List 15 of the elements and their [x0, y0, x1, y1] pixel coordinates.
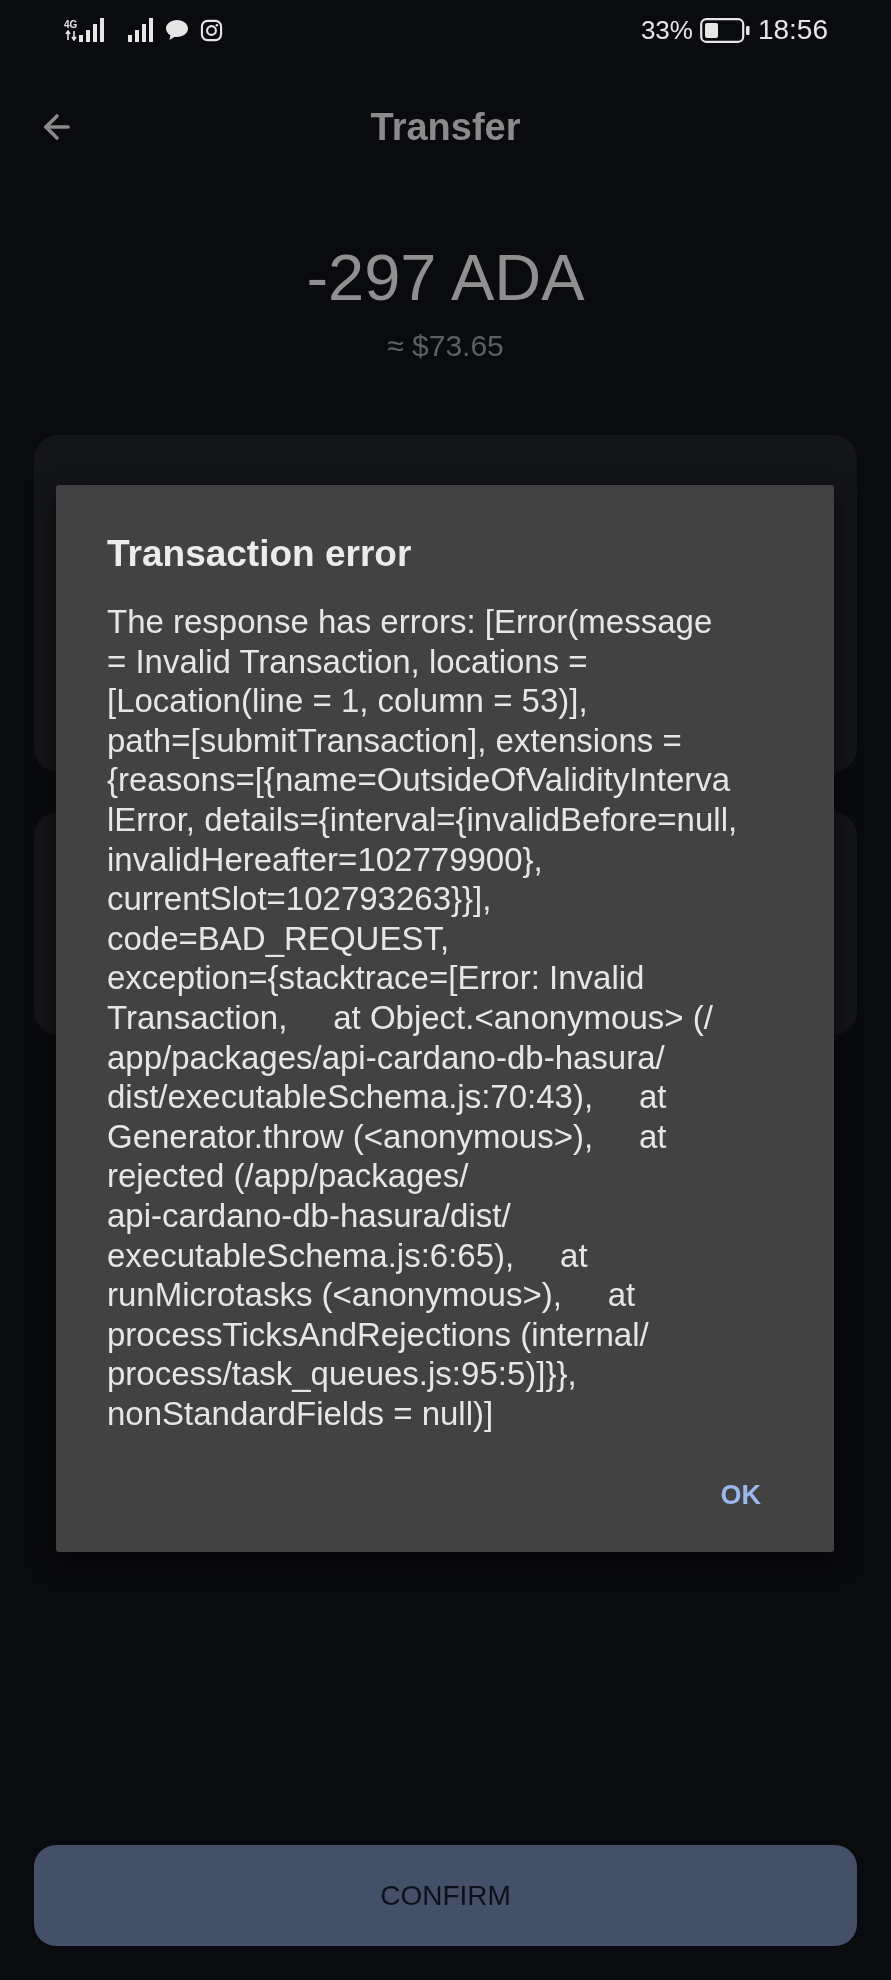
battery-percentage: 33%: [640, 15, 693, 45]
battery-icon: [699, 17, 750, 43]
fiat-value: ≈ $73.65: [387, 328, 504, 364]
signal-bars-icon: [79, 18, 106, 42]
camera-icon: [200, 18, 224, 42]
error-message: The response has errors: [Error(message = Invalid Transaction, locations = [Location(line = 1, column = 53)], path=[submitTransaction], extensions = {reasons=[{name=OutsideOfValidityInterva lError, details={interval={invalidBefore=null, invalidHereafter=102779900}, currentSlot=102793263}}], code=BAD_REQUEST, exception={stacktrace=[Error: Invalid Transaction, at Object.<anonymous> (/ app/packages/api-cardano-db-hasura/ dist/executableSchema.js:70:43), at Generator.throw (<anonymous>), at rejected (/app/packages/ api-cardano-db-hasura/dist/ executableSchema.js:6:65), at runMicrotasks (<anonymous>), at processTicksAndRejections (internal/ process/task_queues.js:95:5)]}}, nonStandardFields = null)]: [107, 602, 738, 1434]
chat-bubble-icon: [165, 19, 190, 41]
transfer-amount: -297 ADA: [306, 240, 585, 316]
network-type-label: 4G: [64, 19, 78, 30]
signal-bars-icon: [128, 18, 155, 42]
clock-time: 18:56: [757, 15, 828, 45]
data-arrows-icon: [64, 30, 77, 41]
page-title: Transfer: [370, 105, 521, 149]
ok-button[interactable]: OK: [704, 1467, 777, 1524]
dialog-title: Transaction error: [107, 534, 412, 574]
